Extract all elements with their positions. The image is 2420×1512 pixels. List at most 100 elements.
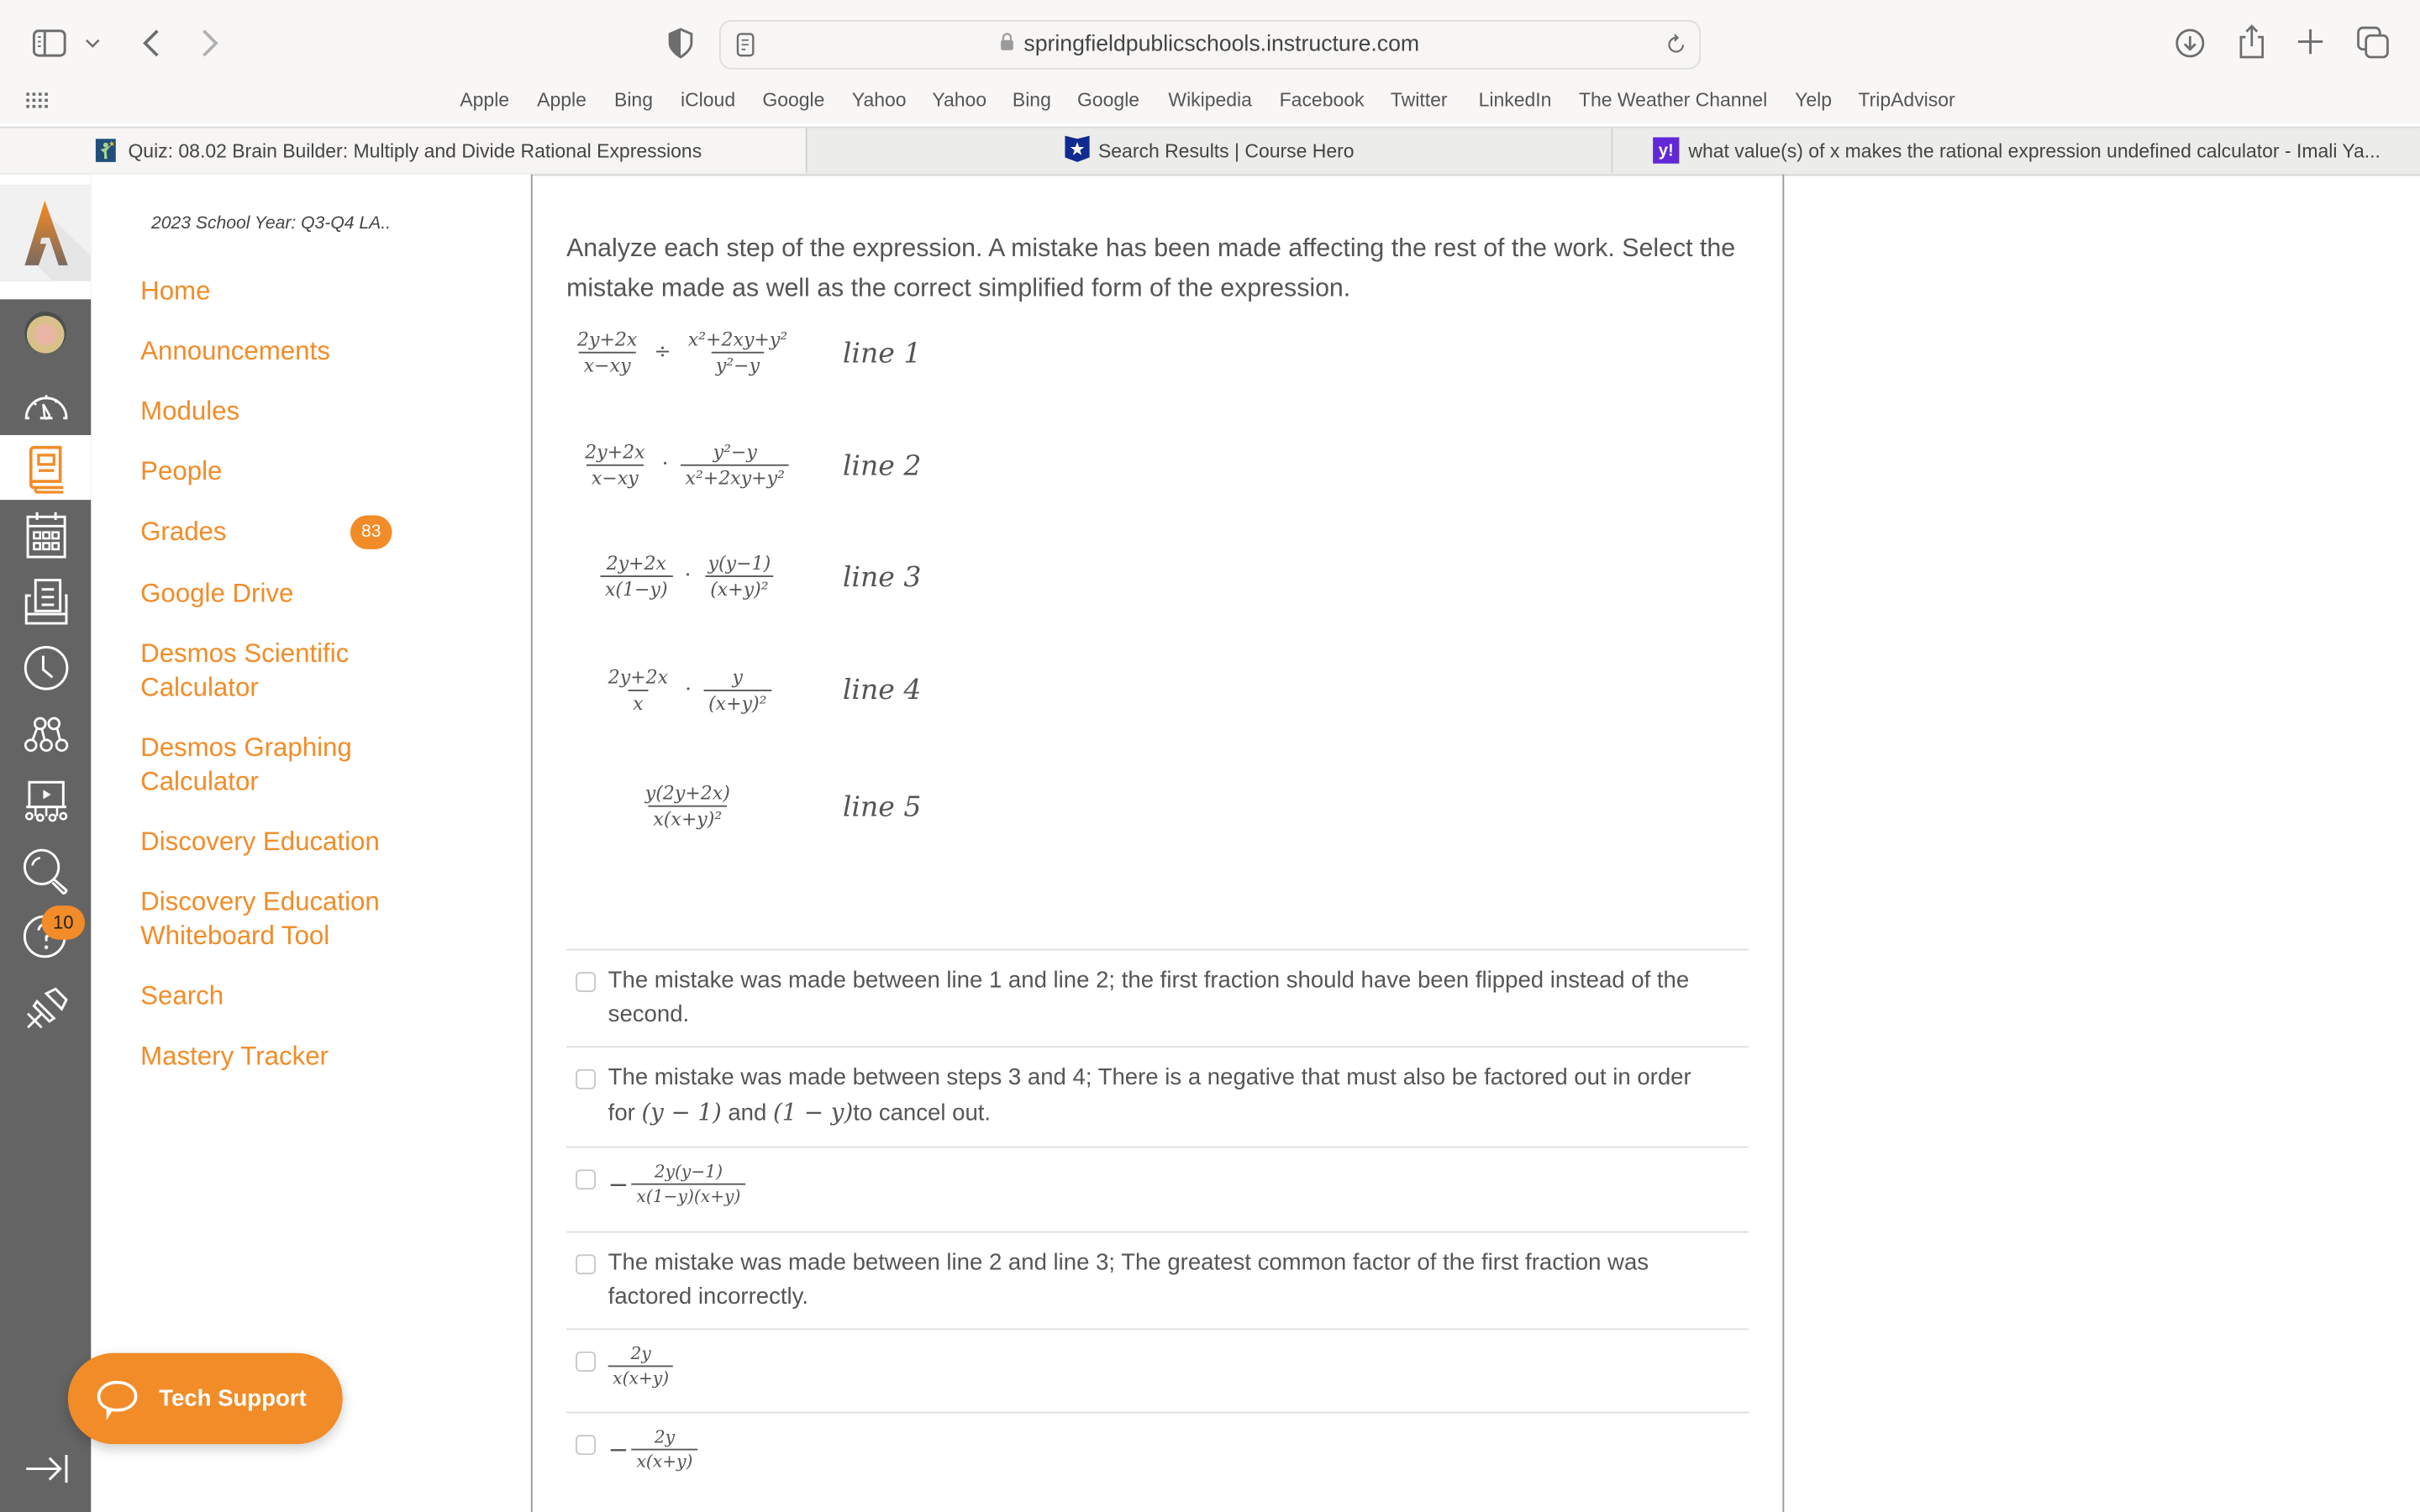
- global-nav-account[interactable]: [0, 312, 91, 354]
- question-prompt: Analyze each step of the expression. A m…: [566, 234, 1736, 302]
- bookmark-linkedin[interactable]: LinkedIn: [1479, 90, 1552, 112]
- answer-option-6[interactable]: − 2y x(x+y): [566, 1411, 1749, 1506]
- course-nav-announcements[interactable]: Announcements: [140, 335, 330, 369]
- collapse-icon: [25, 1455, 67, 1483]
- bookmark-yahoo-2[interactable]: Yahoo: [932, 90, 986, 112]
- course-title[interactable]: 2023 School Year: Q3-Q4 LA..: [151, 214, 391, 233]
- fraction: y²−y x²+2xy+y²: [681, 439, 790, 491]
- denominator: x−xy: [579, 351, 636, 378]
- shield-icon[interactable]: [666, 26, 697, 60]
- chat-bubble-icon: [96, 1379, 139, 1427]
- bookmark-bing[interactable]: Bing: [614, 90, 653, 112]
- math-line-2: 2y+2x x−xy · y²−y x²+2xy+y²: [581, 439, 790, 491]
- bookmark-bing-2[interactable]: Bing: [1013, 90, 1051, 112]
- answer-math: − 2y x(x+y): [608, 1425, 697, 1473]
- reload-icon[interactable]: [1662, 31, 1690, 59]
- bookmark-weather-channel[interactable]: The Weather Channel: [1579, 90, 1767, 112]
- fraction: y(y−1) (x+y)²: [703, 551, 776, 602]
- global-nav-commons[interactable]: [0, 716, 91, 756]
- bookmark-apple-2[interactable]: Apple: [537, 90, 587, 112]
- numerator: 2y(y−1): [654, 1162, 723, 1182]
- course-nav-people[interactable]: People: [140, 455, 222, 489]
- course-nav-mastery-tracker[interactable]: Mastery Tracker: [140, 1040, 329, 1074]
- inbox-icon: [24, 579, 67, 625]
- bookmark-twitter[interactable]: Twitter: [1391, 90, 1448, 112]
- tab-quiz[interactable]: Quiz: 08.02 Brain Builder: Multiply and …: [0, 128, 806, 173]
- numerator: 2y: [654, 1426, 676, 1447]
- yahoo-favicon: y!: [1653, 137, 1680, 164]
- forward-icon[interactable]: [194, 24, 225, 61]
- denominator: y²−y: [711, 351, 765, 378]
- course-nav-modules[interactable]: Modules: [140, 395, 239, 428]
- answer-option-3[interactable]: − 2y(y−1) x(1−y)(x+y): [566, 1146, 1749, 1231]
- back-icon[interactable]: [136, 24, 167, 61]
- denominator: x−xy: [587, 464, 644, 491]
- global-nav-history[interactable]: [0, 645, 91, 691]
- answer-text: The mistake was made between line 2 and …: [608, 1249, 1649, 1310]
- bookmark-wikipedia[interactable]: Wikipedia: [1168, 90, 1252, 112]
- answer-text-part: to cancel out.: [853, 1100, 992, 1126]
- chevron-down-icon[interactable]: [83, 31, 102, 55]
- bookmark-yelp[interactable]: Yelp: [1795, 90, 1832, 112]
- course-nav-discovery-whiteboard[interactable]: Discovery Education Whiteboard Tool: [140, 885, 402, 953]
- answer-list: The mistake was made between line 1 and …: [566, 948, 1749, 1506]
- minus-sign: −: [608, 1169, 629, 1200]
- answer-checkbox[interactable]: [576, 1169, 596, 1190]
- answer-checkbox[interactable]: [576, 1068, 596, 1089]
- answer-checkbox[interactable]: [576, 1351, 596, 1372]
- tab-course-hero[interactable]: Search Results | Course Hero: [808, 128, 1612, 172]
- global-nav-courses[interactable]: [0, 444, 91, 494]
- answer-option-4[interactable]: The mistake was made between line 2 and …: [566, 1231, 1749, 1329]
- bookmark-apple[interactable]: Apple: [460, 90, 509, 112]
- fraction: 2y+2x x−xy: [572, 327, 641, 378]
- course-nav-grades[interactable]: Grades: [140, 515, 226, 549]
- global-nav-inbox[interactable]: [0, 577, 91, 627]
- bookmark-google[interactable]: Google: [762, 90, 824, 112]
- global-nav-dashboard[interactable]: [0, 387, 91, 421]
- denominator: x: [628, 690, 649, 716]
- bookmark-facebook[interactable]: Facebook: [1280, 90, 1365, 112]
- course-nav-search[interactable]: Search: [140, 979, 224, 1013]
- denominator: x(x+y): [608, 1365, 674, 1390]
- bookmark-google-2[interactable]: Google: [1077, 90, 1139, 112]
- fraction: y(2y+2x) x(x+y)²: [640, 780, 734, 832]
- dashboard-icon: [24, 395, 67, 420]
- answer-option-1[interactable]: The mistake was made between line 1 and …: [566, 948, 1749, 1047]
- global-nav-calendar[interactable]: [0, 511, 91, 560]
- new-tab-icon[interactable]: [2293, 24, 2327, 58]
- course-nav-discovery-education[interactable]: Discovery Education: [140, 826, 380, 859]
- global-nav-collapse[interactable]: [0, 1452, 91, 1485]
- tech-support-button[interactable]: Tech Support: [67, 1352, 343, 1445]
- tab-title: what value(s) of x makes the rational ex…: [1688, 139, 2381, 161]
- answer-checkbox[interactable]: [576, 1435, 596, 1456]
- bookmark-tripadvisor[interactable]: TripAdvisor: [1858, 90, 1954, 112]
- global-nav-pin[interactable]: [0, 986, 91, 1032]
- answer-checkbox[interactable]: [576, 972, 596, 993]
- bookmark-icloud[interactable]: iCloud: [681, 90, 735, 112]
- sidebar-icon[interactable]: [31, 26, 68, 60]
- tab-overview-icon[interactable]: [2355, 24, 2392, 61]
- line-label: line 1: [842, 338, 922, 370]
- url-text[interactable]: springfieldpublicschools.instructure.com: [721, 22, 1699, 68]
- institution-logo[interactable]: [0, 185, 92, 281]
- global-nav-studio[interactable]: [0, 778, 91, 824]
- line-label: line 5: [842, 791, 922, 824]
- course-nav-desmos-scientific[interactable]: Desmos Scientific Calculator: [140, 638, 387, 706]
- numerator: y(y−1): [708, 552, 771, 575]
- course-nav-desmos-graphing[interactable]: Desmos Graphing Calculator: [140, 732, 387, 800]
- lock-icon: [1001, 22, 1015, 68]
- global-nav-search[interactable]: [0, 847, 91, 896]
- download-icon[interactable]: [2171, 24, 2208, 61]
- share-icon[interactable]: [2233, 22, 2270, 62]
- answer-text: The mistake was made between steps 3 and…: [608, 1062, 1718, 1131]
- address-bar[interactable]: springfieldpublicschools.instructure.com: [718, 19, 1702, 70]
- course-nav-home[interactable]: Home: [140, 275, 210, 308]
- answer-option-2[interactable]: The mistake was made between steps 3 and…: [566, 1046, 1749, 1146]
- global-nav: [0, 174, 92, 1512]
- answer-option-5[interactable]: 2y x(x+y): [566, 1328, 1749, 1411]
- answer-checkbox[interactable]: [576, 1254, 596, 1275]
- tab-yahoo[interactable]: y! what value(s) of x makes the rational…: [1612, 128, 2420, 172]
- bookmark-yahoo[interactable]: Yahoo: [852, 90, 907, 112]
- apps-grid-icon[interactable]: [24, 90, 49, 112]
- course-nav-google-drive[interactable]: Google Drive: [140, 577, 293, 611]
